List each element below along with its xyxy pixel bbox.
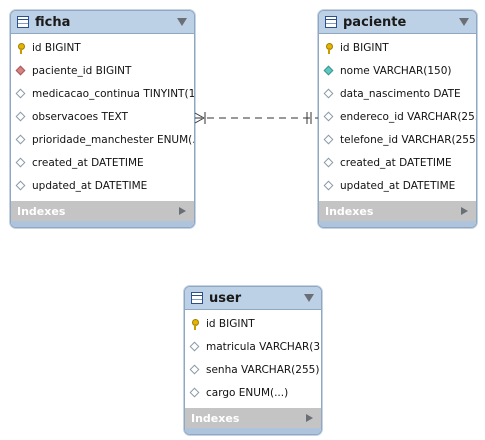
relationship-line[interactable] (0, 0, 485, 440)
